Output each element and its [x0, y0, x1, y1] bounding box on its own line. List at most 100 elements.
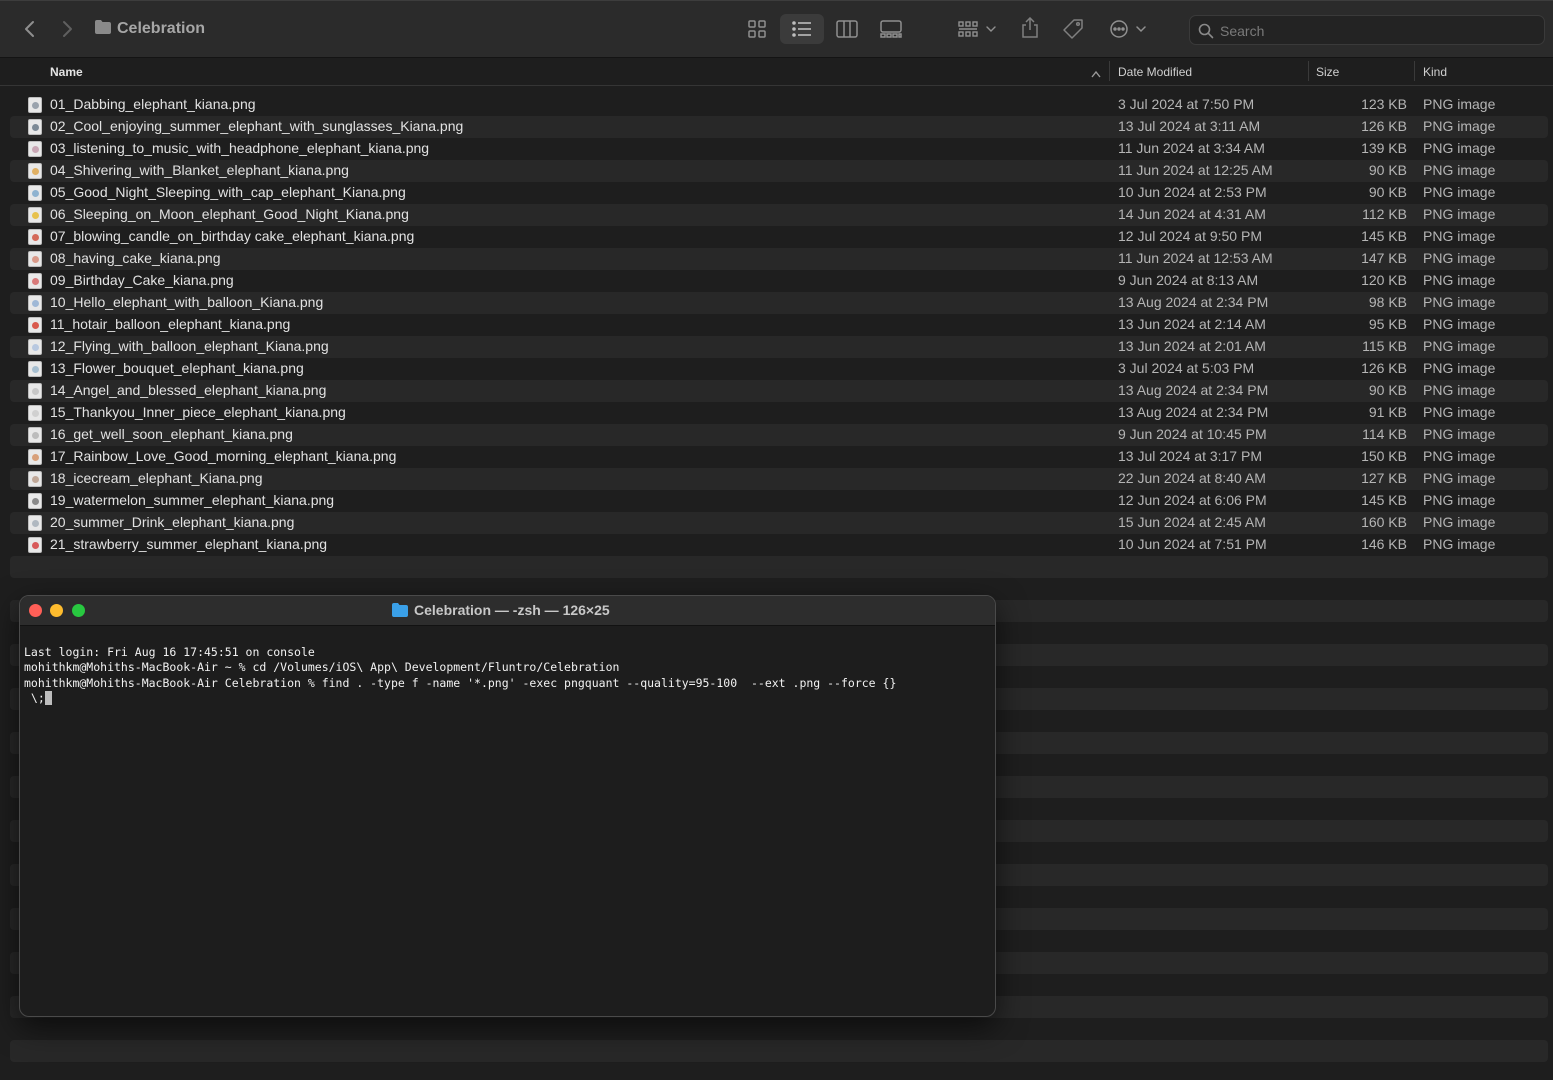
png-file-icon — [28, 141, 42, 157]
file-row[interactable]: 09_Birthday_Cake_kiana.png 9 Jun 2024 at … — [10, 270, 1548, 292]
file-name: 14_Angel_and_blessed_elephant_kiana.png — [50, 382, 327, 398]
file-date: 15 Jun 2024 at 2:45 AM — [1118, 514, 1266, 530]
file-kind: PNG image — [1423, 536, 1496, 552]
file-row[interactable]: 02_Cool_enjoying_summer_elephant_with_su… — [10, 116, 1548, 138]
png-file-icon — [28, 405, 42, 421]
search-input[interactable] — [1218, 20, 1532, 42]
file-kind: PNG image — [1423, 426, 1496, 442]
tag-icon[interactable] — [1061, 17, 1085, 41]
close-button[interactable] — [29, 604, 42, 617]
file-name: 07_blowing_candle_on_birthday cake_eleph… — [50, 228, 415, 244]
file-row[interactable]: 04_Shivering_with_Blanket_elephant_kiana… — [10, 160, 1548, 182]
empty-row — [10, 1040, 1548, 1062]
file-kind: PNG image — [1423, 162, 1496, 178]
file-row[interactable]: 01_Dabbing_elephant_kiana.png 3 Jul 2024 … — [10, 94, 1548, 116]
file-date: 12 Jun 2024 at 6:06 PM — [1118, 492, 1267, 508]
file-kind: PNG image — [1423, 360, 1496, 376]
terminal-line: Last login: Fri Aug 16 17:45:51 on conso… — [24, 644, 315, 659]
file-date: 13 Jun 2024 at 2:01 AM — [1118, 338, 1266, 354]
column-view-icon[interactable] — [835, 18, 859, 40]
file-name: 02_Cool_enjoying_summer_elephant_with_su… — [50, 118, 464, 134]
file-row[interactable]: 06_Sleeping_on_Moon_elephant_Good_Night_… — [10, 204, 1548, 226]
file-row[interactable]: 07_blowing_candle_on_birthday cake_eleph… — [10, 226, 1548, 248]
file-size: 126 KB — [1361, 118, 1407, 134]
column-divider[interactable] — [1308, 61, 1309, 81]
file-name: 21_strawberry_summer_elephant_kiana.png — [50, 536, 328, 552]
file-kind: PNG image — [1423, 338, 1496, 354]
file-row[interactable]: 21_strawberry_summer_elephant_kiana.png 1… — [10, 534, 1548, 556]
file-size: 95 KB — [1368, 316, 1407, 332]
file-row[interactable]: 10_Hello_elephant_with_balloon_Kiana.png… — [10, 292, 1548, 314]
file-row[interactable]: 14_Angel_and_blessed_elephant_kiana.png 1… — [10, 380, 1548, 402]
minimize-button[interactable] — [50, 604, 63, 617]
forward-icon[interactable] — [57, 17, 79, 41]
column-size-header[interactable]: Size — [1316, 65, 1339, 79]
png-file-icon — [28, 493, 42, 509]
file-row[interactable]: 08_having_cake_kiana.png 11 Jun 2024 at 1… — [10, 248, 1548, 270]
column-name-header[interactable]: Name — [50, 65, 83, 79]
group-by-icon[interactable] — [955, 18, 999, 40]
png-file-icon — [28, 229, 42, 245]
column-date-header[interactable]: Date Modified — [1118, 65, 1192, 79]
file-name: 13_Flower_bouquet_elephant_kiana.png — [50, 360, 304, 376]
file-name: 17_Rainbow_Love_Good_morning_elephant_ki… — [50, 448, 397, 464]
file-date: 22 Jun 2024 at 8:40 AM — [1118, 470, 1266, 486]
png-file-icon — [28, 207, 42, 223]
file-kind: PNG image — [1423, 470, 1496, 486]
share-icon[interactable] — [1019, 15, 1041, 41]
terminal-line: \; — [24, 691, 989, 707]
file-row[interactable]: 05_Good_Night_Sleeping_with_cap_elephant… — [10, 182, 1548, 204]
column-divider[interactable] — [1109, 61, 1110, 81]
png-file-icon — [28, 317, 42, 333]
png-file-icon — [28, 295, 42, 311]
file-date: 9 Jun 2024 at 8:13 AM — [1118, 272, 1259, 288]
file-kind: PNG image — [1423, 404, 1496, 420]
file-row[interactable]: 13_Flower_bouquet_elephant_kiana.png 3 Ju… — [10, 358, 1548, 380]
terminal-line-text: \; — [24, 691, 45, 705]
file-kind: PNG image — [1423, 492, 1496, 508]
gallery-view-icon[interactable] — [878, 18, 904, 40]
file-row[interactable]: 20_summer_Drink_elephant_kiana.png 15 Jun… — [10, 512, 1548, 534]
file-row[interactable]: 18_icecream_elephant_Kiana.png 22 Jun 202… — [10, 468, 1548, 490]
file-size: 90 KB — [1368, 382, 1407, 398]
file-date: 13 Aug 2024 at 2:34 PM — [1118, 404, 1269, 420]
terminal-line: mohithkm@Mohiths-MacBook-Air Celebration… — [24, 675, 897, 690]
file-row[interactable]: 12_Flying_with_balloon_elephant_Kiana.pn… — [10, 336, 1548, 358]
file-name: 08_having_cake_kiana.png — [50, 250, 221, 266]
maximize-button[interactable] — [72, 604, 85, 617]
file-row[interactable]: 11_hotair_balloon_elephant_kiana.png 13 J… — [10, 314, 1548, 336]
file-name: 10_Hello_elephant_with_balloon_Kiana.png — [50, 294, 324, 310]
terminal-window[interactable]: Celebration — -zsh — 126×25 Last login: … — [19, 595, 996, 1017]
file-name: 19_watermelon_summer_elephant_kiana.png — [50, 492, 335, 508]
file-row[interactable]: 15_Thankyou_Inner_piece_elephant_kiana.p… — [10, 402, 1548, 424]
png-file-icon — [28, 427, 42, 443]
file-size: 91 KB — [1368, 404, 1407, 420]
search-box[interactable] — [1189, 15, 1545, 45]
file-size: 98 KB — [1368, 294, 1407, 310]
terminal-titlebar[interactable]: Celebration — -zsh — 126×25 — [20, 596, 995, 626]
icon-view-icon[interactable] — [745, 18, 769, 40]
file-date: 12 Jul 2024 at 9:50 PM — [1118, 228, 1262, 244]
file-date: 13 Jul 2024 at 3:17 PM — [1118, 448, 1262, 464]
file-row[interactable]: 17_Rainbow_Love_Good_morning_elephant_ki… — [10, 446, 1548, 468]
file-name: 03_listening_to_music_with_headphone_ele… — [50, 140, 430, 156]
png-file-icon — [28, 471, 42, 487]
file-row[interactable]: 03_listening_to_music_with_headphone_ele… — [10, 138, 1548, 160]
list-view-icon[interactable] — [780, 14, 824, 44]
file-name: 06_Sleeping_on_Moon_elephant_Good_Night_… — [50, 206, 409, 222]
column-kind-header[interactable]: Kind — [1423, 65, 1447, 79]
more-actions-icon[interactable] — [1108, 18, 1148, 40]
png-file-icon — [28, 251, 42, 267]
file-row[interactable]: 19_watermelon_summer_elephant_kiana.png 1… — [10, 490, 1548, 512]
empty-row — [10, 556, 1548, 578]
file-date: 3 Jul 2024 at 7:50 PM — [1118, 96, 1255, 112]
file-size: 90 KB — [1368, 184, 1407, 200]
file-date: 9 Jun 2024 at 10:45 PM — [1118, 426, 1267, 442]
file-row[interactable]: 16_get_well_soon_elephant_kiana.png 9 Jun… — [10, 424, 1548, 446]
file-size: 90 KB — [1368, 162, 1407, 178]
back-icon[interactable] — [18, 17, 40, 41]
column-header: Name Date Modified Size Kind — [0, 58, 1553, 86]
column-divider[interactable] — [1414, 61, 1415, 81]
file-name: 18_icecream_elephant_Kiana.png — [50, 470, 263, 486]
terminal-output[interactable]: Last login: Fri Aug 16 17:45:51 on conso… — [24, 629, 989, 738]
